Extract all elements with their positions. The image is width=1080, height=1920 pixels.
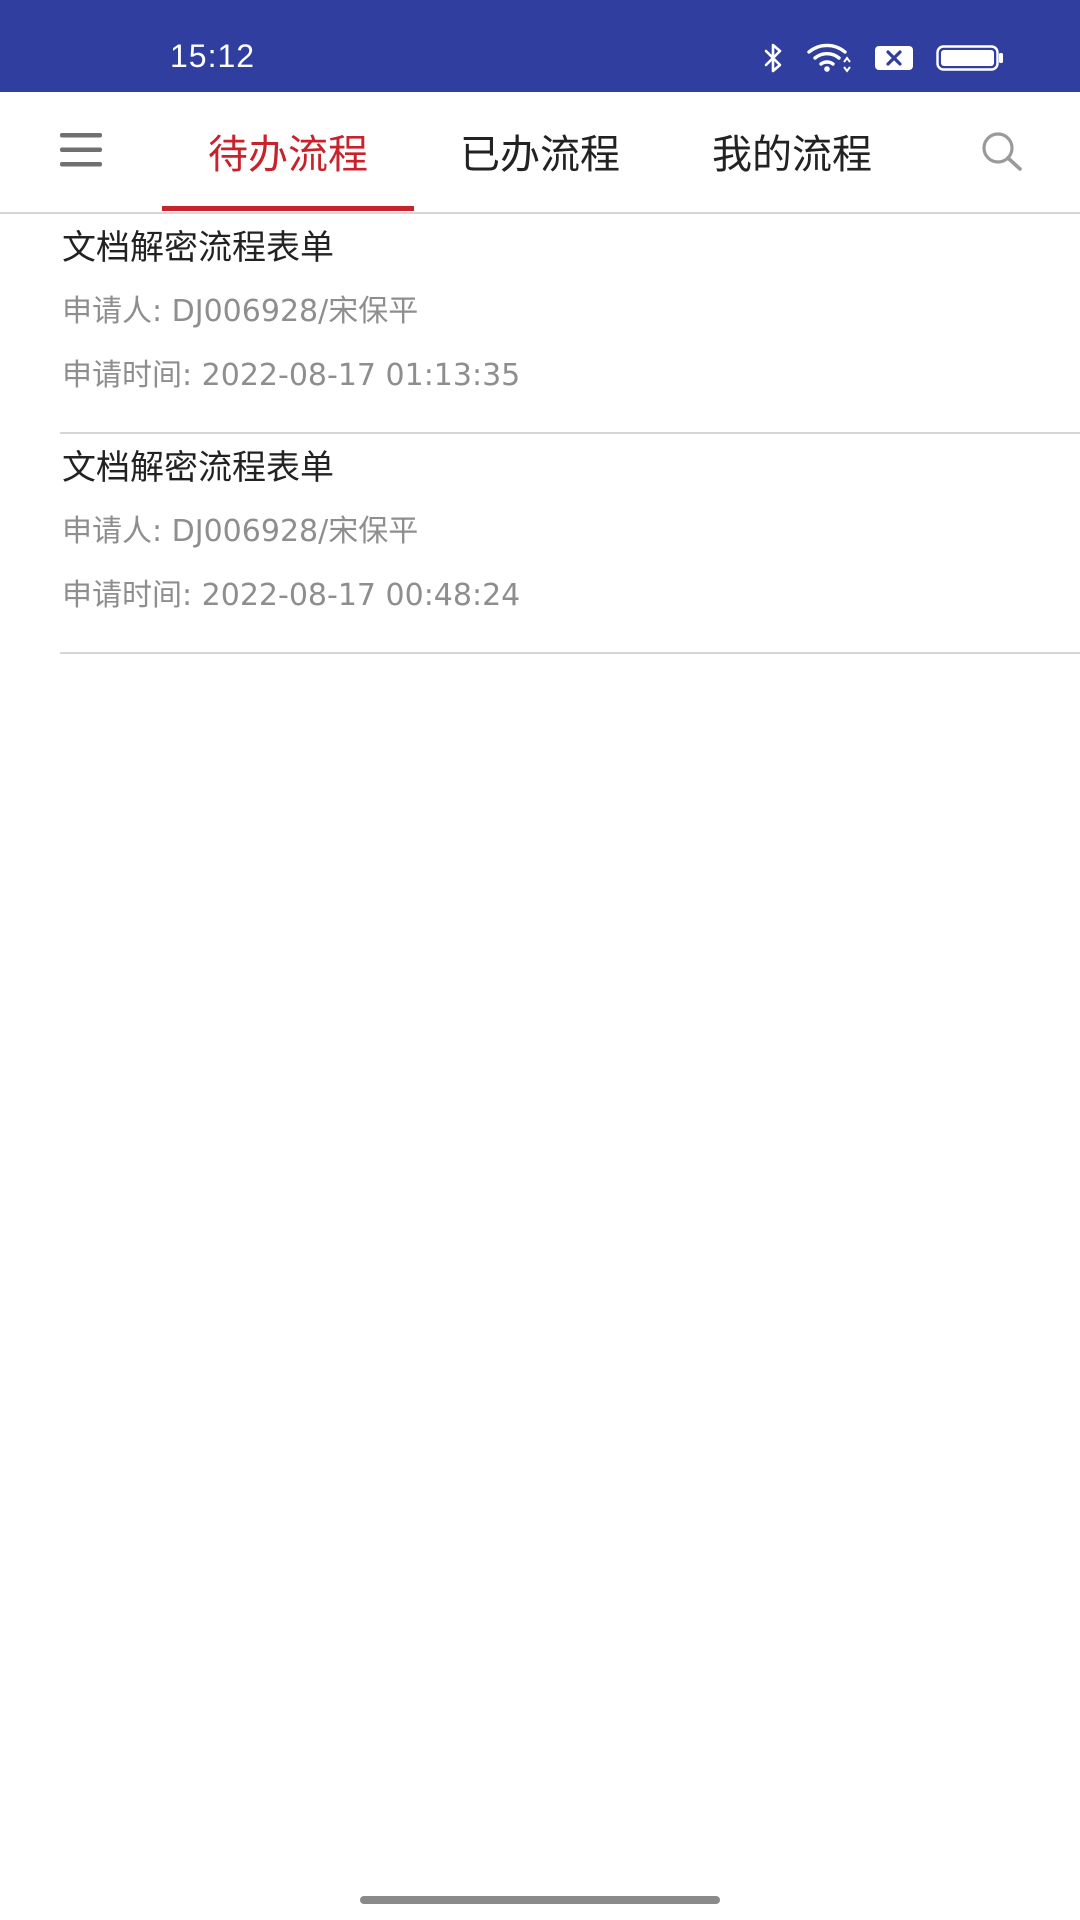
tab-done[interactable]: 已办流程 (430, 92, 650, 210)
status-icons (762, 40, 1004, 76)
search-icon (982, 132, 1022, 171)
process-list: 文档解密流程表单 申请人: DJ006928/宋保平 申请时间: 2022-08… (0, 214, 1080, 654)
menu-button[interactable] (58, 130, 106, 170)
app-bar: 待办流程 已办流程 我的流程 (0, 92, 1080, 214)
item-applicant: 申请人: DJ006928/宋保平 (62, 294, 419, 329)
hamburger-menu-icon (60, 133, 102, 167)
item-title: 文档解密流程表单 (62, 448, 334, 488)
list-item[interactable]: 文档解密流程表单 申请人: DJ006928/宋保平 申请时间: 2022-08… (60, 434, 1080, 654)
app-screen: 15:12 待办流程 已办流程 我的流程 文档解密流程表单 申请人: DJ006… (0, 0, 1080, 1920)
bluetooth-icon (762, 42, 784, 74)
item-title: 文档解密流程表单 (62, 228, 334, 268)
item-apply-time: 申请时间: 2022-08-17 01:13:35 (62, 358, 521, 393)
item-apply-time: 申请时间: 2022-08-17 00:48:24 (62, 578, 521, 613)
search-button[interactable] (980, 130, 1024, 174)
home-gesture-bar[interactable] (360, 1896, 720, 1904)
list-item[interactable]: 文档解密流程表单 申请人: DJ006928/宋保平 申请时间: 2022-08… (60, 214, 1080, 434)
status-time: 15:12 (170, 38, 256, 74)
item-applicant: 申请人: DJ006928/宋保平 (62, 514, 419, 549)
status-bar: 15:12 (0, 0, 1080, 92)
battery-icon (936, 45, 1004, 71)
tab-mine[interactable]: 我的流程 (682, 92, 902, 210)
no-sim-icon (874, 45, 914, 71)
active-tab-indicator (162, 206, 414, 211)
wifi-icon (806, 42, 852, 74)
tab-pending[interactable]: 待办流程 (162, 92, 414, 210)
